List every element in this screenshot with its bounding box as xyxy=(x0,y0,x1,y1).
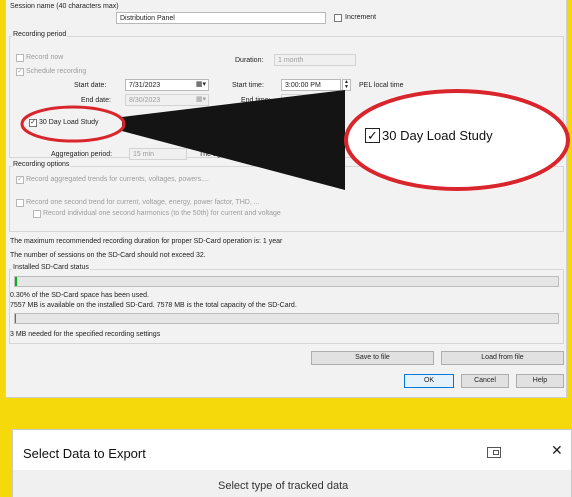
large-highlight-ring xyxy=(344,89,570,191)
zoom-ring-svg xyxy=(344,89,570,191)
dialog-title: Select Data to Export xyxy=(23,446,146,461)
restore-window-icon[interactable] xyxy=(487,447,501,458)
close-icon[interactable]: ✕ xyxy=(551,442,563,459)
select-data-export-dialog: Select Data to Export ✕ Select type of t… xyxy=(12,429,572,497)
small-highlight-ring xyxy=(20,105,126,143)
dialog-body: Select type of tracked data xyxy=(13,470,571,497)
zoom-callout-overlay xyxy=(20,90,345,190)
dialog-subtitle: Select type of tracked data xyxy=(218,480,349,492)
restore-window-inner xyxy=(493,450,499,455)
zoom-callout-wedge xyxy=(122,90,345,190)
